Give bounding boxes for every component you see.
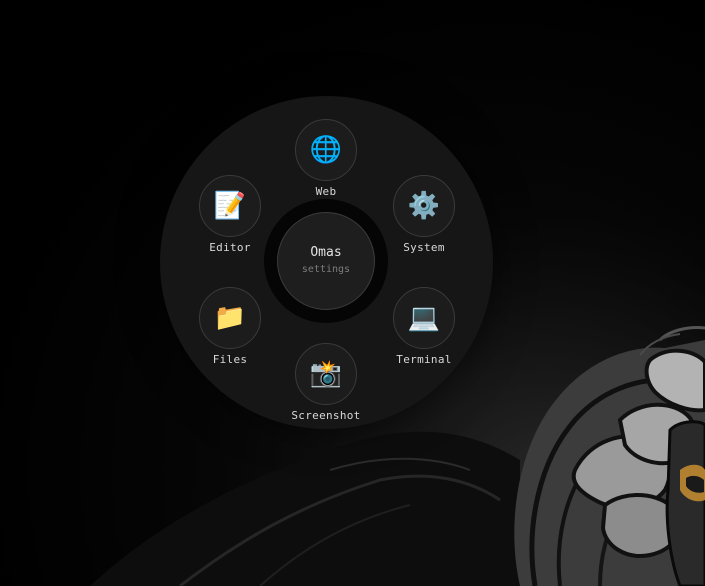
globe-icon: 🌐 — [295, 119, 357, 181]
menu-item-label: Files — [212, 353, 248, 366]
menu-item-files[interactable]: 📁 Files — [185, 287, 275, 377]
desktop: 🌐 Web ⚙️ System 💻 Terminal 📸 Screenshot … — [0, 0, 705, 586]
laptop-icon: 💻 — [393, 287, 455, 349]
center-title: Omas — [310, 245, 342, 260]
menu-item-system[interactable]: ⚙️ System — [379, 175, 469, 265]
menu-item-web[interactable]: 🌐 Web — [281, 119, 371, 209]
menu-item-label: Terminal — [396, 353, 452, 366]
menu-item-editor[interactable]: 📝 Editor — [185, 175, 275, 265]
center-ring: Omas settings — [264, 199, 388, 323]
menu-item-label: Web — [315, 185, 337, 198]
menu-item-label: System — [403, 241, 445, 254]
camera-flash-icon: 📸 — [295, 343, 357, 405]
menu-item-label: Screenshot — [291, 409, 361, 422]
menu-item-screenshot[interactable]: 📸 Screenshot — [281, 343, 371, 433]
center-settings-button[interactable]: Omas settings — [277, 212, 375, 310]
memo-icon: 📝 — [199, 175, 261, 237]
menu-item-terminal[interactable]: 💻 Terminal — [379, 287, 469, 377]
radial-launcher-menu: 🌐 Web ⚙️ System 💻 Terminal 📸 Screenshot … — [160, 96, 493, 429]
menu-item-label: Editor — [209, 241, 251, 254]
folder-icon: 📁 — [199, 287, 261, 349]
center-subtitle: settings — [301, 264, 351, 275]
gear-icon: ⚙️ — [393, 175, 455, 237]
